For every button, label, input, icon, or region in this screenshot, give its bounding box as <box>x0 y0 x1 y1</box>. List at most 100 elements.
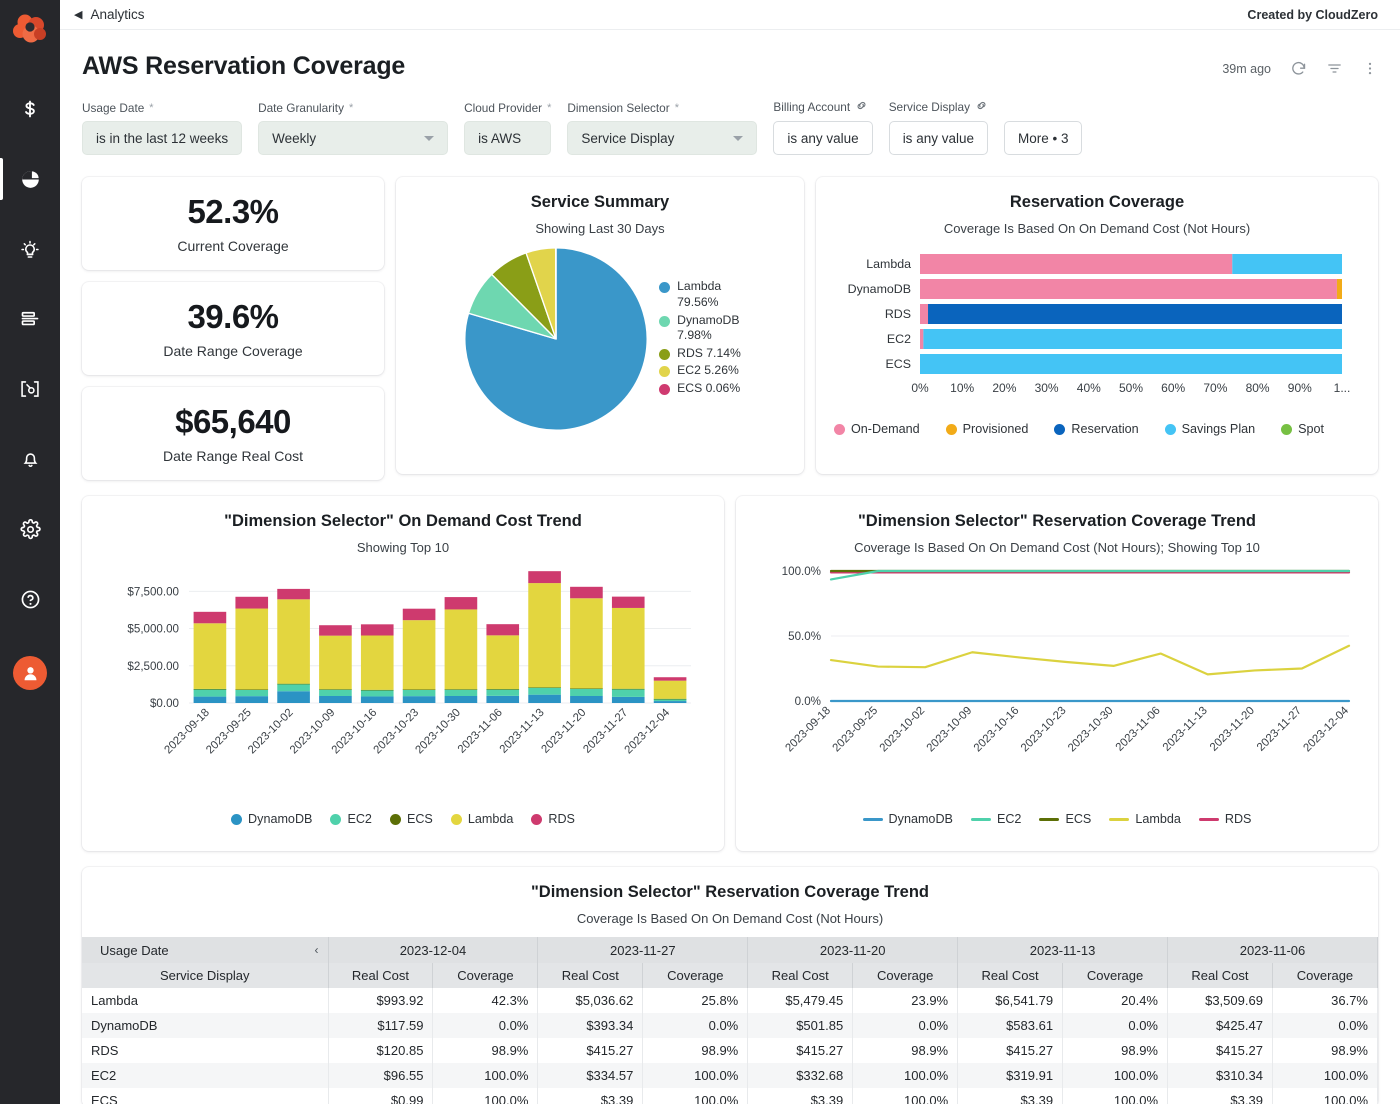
sidebar-item-alerts[interactable] <box>0 424 60 494</box>
table-sub-header[interactable]: Coverage <box>432 963 539 988</box>
vbar-segment[interactable] <box>360 689 394 697</box>
vbar-segment[interactable] <box>193 689 227 697</box>
vbar-segment[interactable] <box>444 689 478 690</box>
service-display-value[interactable]: is any value <box>888 121 988 155</box>
chevron-down-icon[interactable] <box>424 135 435 141</box>
vbar-segment[interactable] <box>193 623 227 689</box>
vbar-legend-item[interactable]: EC2 <box>330 812 372 826</box>
vbar-segment[interactable] <box>528 687 561 695</box>
hbar-legend-item[interactable]: Provisioned <box>945 422 1028 436</box>
link-icon[interactable] <box>855 99 868 115</box>
vbar-segment[interactable] <box>277 599 310 684</box>
table-date-group-header[interactable]: 2023-11-06 <box>1167 937 1378 963</box>
vbar-legend-item[interactable]: Lambda <box>450 812 513 826</box>
stacked-bar-chart[interactable]: $0.00$2,500.00$5,000.00$7,500.002023-09-… <box>82 555 724 813</box>
vbar-legend-item[interactable]: RDS <box>531 812 575 826</box>
table-row[interactable]: DynamoDB $117.59 0.0% $393.34 0.0% $501.85 0.0… <box>82 1013 1378 1038</box>
vbar-segment[interactable] <box>486 624 520 636</box>
line-series[interactable] <box>829 644 1351 676</box>
vbar-segment[interactable] <box>402 689 436 690</box>
vbar-segment[interactable] <box>319 689 352 697</box>
dimension-selector-select[interactable]: Service Display <box>567 121 758 155</box>
vbar-segment[interactable] <box>319 625 352 636</box>
vbar-segment[interactable] <box>235 596 269 609</box>
vbar-segment[interactable] <box>319 689 352 690</box>
filter-icon[interactable] <box>1326 60 1343 77</box>
hbar-segment[interactable] <box>920 279 1337 299</box>
vbar-segment[interactable] <box>486 695 520 703</box>
vbar-segment[interactable] <box>486 689 520 696</box>
table-sub-header[interactable]: Real Cost <box>328 963 434 988</box>
vbar-segment[interactable] <box>402 696 436 703</box>
table-date-group-header[interactable]: 2023-12-04 <box>328 937 539 963</box>
hbar-segment[interactable] <box>920 304 929 324</box>
hbar-segment[interactable] <box>920 354 1342 374</box>
breadcrumb[interactable]: ◀ Analytics <box>74 7 145 22</box>
billing-account-value[interactable]: is any value <box>773 121 873 155</box>
table-sub-header[interactable]: Real Cost <box>537 963 644 988</box>
vbar-segment[interactable] <box>528 583 561 688</box>
table-row[interactable]: Lambda $993.92 42.3% $5,036.62 25.8% $5,479.4… <box>82 988 1378 1013</box>
hbar-segment[interactable] <box>920 254 1233 274</box>
sidebar-item-billing[interactable] <box>0 74 60 144</box>
hbar-segment[interactable] <box>928 304 1342 324</box>
table-sub-header[interactable]: Real Cost <box>1167 963 1273 988</box>
line-legend-item[interactable]: DynamoDB <box>862 812 953 826</box>
vbar-segment[interactable] <box>277 683 310 685</box>
line-chart[interactable]: 0.0%50.0%100.0%2023-09-182023-09-252023-… <box>736 555 1378 813</box>
table-row[interactable]: ECS $0.99 100.0% $3.39 100.0% $3.39 100.0% $3.3… <box>82 1088 1378 1104</box>
vbar-segment[interactable] <box>319 696 352 703</box>
vbar-segment[interactable] <box>235 696 269 703</box>
table-sub-header[interactable]: Coverage <box>1272 963 1378 988</box>
vbar-segment[interactable] <box>611 688 645 697</box>
vbar-segment[interactable] <box>570 688 603 697</box>
link-icon[interactable] <box>975 99 988 115</box>
table-sub-header[interactable]: Coverage <box>1062 963 1168 988</box>
vbar-segment[interactable] <box>360 635 394 690</box>
line-legend-item[interactable]: EC2 <box>970 812 1021 826</box>
vbar-segment[interactable] <box>653 677 687 681</box>
sidebar-item-analytics[interactable] <box>0 144 60 214</box>
vbar-segment[interactable] <box>444 689 478 697</box>
vbar-legend-item[interactable]: ECS <box>389 812 433 826</box>
vbar-segment[interactable] <box>193 696 227 703</box>
pie-legend-item[interactable]: DynamoDB 7.98% <box>659 313 741 344</box>
hbar-legend-item[interactable]: Reservation <box>1054 422 1139 436</box>
vbar-segment[interactable] <box>193 611 227 624</box>
vbar-segment[interactable] <box>444 696 478 703</box>
hbar-segment[interactable] <box>1232 254 1342 274</box>
table-date-group-header[interactable]: 2023-11-13 <box>957 937 1168 963</box>
table-sub-header[interactable]: Real Cost <box>747 963 854 988</box>
table-row[interactable]: EC2 $96.55 100.0% $334.57 100.0% $332.68 100.0… <box>82 1063 1378 1088</box>
table-date-group-header[interactable]: 2023-11-27 <box>537 937 749 963</box>
pie-legend-item[interactable]: ECS 0.06% <box>659 381 741 397</box>
vbar-segment[interactable] <box>360 689 394 691</box>
more-filters-button[interactable]: More • 3 <box>1003 121 1083 155</box>
table-date-group-header[interactable]: 2023-11-20 <box>747 937 959 963</box>
collapse-chevron-icon[interactable]: ‹ <box>315 943 319 957</box>
service-summary-pie[interactable] <box>459 242 653 436</box>
vbar-segment[interactable] <box>277 588 310 600</box>
vbar-segment[interactable] <box>611 696 645 703</box>
date-granularity-select[interactable]: Weekly <box>258 121 449 155</box>
pie-legend-item[interactable]: Lambda 79.56% <box>659 279 741 310</box>
table-sub-header[interactable]: Real Cost <box>957 963 1064 988</box>
vbar-segment[interactable] <box>360 696 394 703</box>
vbar-segment[interactable] <box>528 571 561 584</box>
table-row[interactable]: RDS $120.85 98.9% $415.27 98.9% $415.27 98.9% $… <box>82 1038 1378 1063</box>
usage-date-value[interactable]: is in the last 12 weeks <box>82 121 243 155</box>
sidebar-item-settings[interactable] <box>0 494 60 564</box>
pie-legend-item[interactable]: RDS 7.14% <box>659 346 741 362</box>
sidebar-item-help[interactable] <box>0 564 60 634</box>
vbar-segment[interactable] <box>235 689 269 690</box>
vbar-segment[interactable] <box>193 688 227 690</box>
vbar-segment[interactable] <box>277 691 310 703</box>
vbar-segment[interactable] <box>653 698 687 700</box>
cloud-provider-value[interactable]: is AWS <box>464 121 552 155</box>
vbar-segment[interactable] <box>653 701 687 703</box>
vbar-segment[interactable] <box>611 607 645 689</box>
user-avatar[interactable] <box>13 656 47 690</box>
back-arrow-icon[interactable]: ◀ <box>74 8 82 21</box>
vbar-segment[interactable] <box>611 688 645 690</box>
hbar-segment[interactable] <box>1336 279 1342 299</box>
